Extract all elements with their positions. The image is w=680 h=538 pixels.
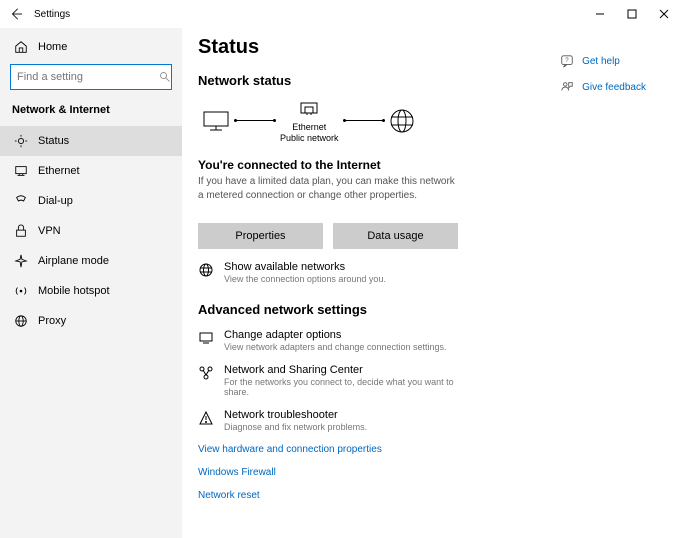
sharing-center-item[interactable]: Network and Sharing Center For the netwo…	[198, 364, 458, 397]
titlebar: Settings	[0, 0, 680, 28]
status-icon	[14, 134, 28, 148]
show-networks-item[interactable]: Show available networks View the connect…	[198, 261, 458, 284]
nav-label: VPN	[38, 225, 61, 237]
hardware-link[interactable]: View hardware and connection properties	[198, 444, 458, 455]
sharing-icon	[198, 365, 214, 381]
dialup-icon	[14, 194, 28, 208]
sidebar: Home Network & Internet Status Ethernet …	[0, 28, 182, 538]
troubleshooter-item[interactable]: Network troubleshooter Diagnose and fix …	[198, 409, 458, 432]
section-title: Network & Internet	[0, 100, 182, 126]
home-nav[interactable]: Home	[0, 34, 182, 64]
pc-node	[202, 110, 230, 132]
nav-label: Dial-up	[38, 195, 73, 207]
nav-label: Status	[38, 135, 69, 147]
home-icon	[14, 40, 28, 54]
adapter-icon	[198, 330, 214, 346]
nav-proxy[interactable]: Proxy	[0, 306, 182, 336]
data-usage-button[interactable]: Data usage	[333, 223, 458, 249]
close-button[interactable]	[648, 0, 680, 28]
page-title: Status	[198, 36, 458, 59]
hotspot-icon	[14, 284, 28, 298]
connection-sub: If you have a limited data plan, you can…	[198, 175, 458, 203]
globe-icon	[198, 262, 214, 278]
nav-dialup[interactable]: Dial-up	[0, 186, 182, 216]
nav-hotspot[interactable]: Mobile hotspot	[0, 276, 182, 306]
right-panel: ? Get help Give feedback	[560, 54, 646, 94]
minimize-button[interactable]	[584, 0, 616, 28]
nav-ethernet[interactable]: Ethernet	[0, 156, 182, 186]
section-network-status: Network status	[198, 73, 458, 88]
vpn-icon	[14, 224, 28, 238]
give-feedback-link[interactable]: Give feedback	[560, 80, 646, 94]
nav-status[interactable]: Status	[0, 126, 182, 156]
warning-icon	[198, 410, 214, 426]
feedback-icon	[560, 80, 574, 94]
ethernet-icon	[14, 164, 28, 178]
network-reset-link[interactable]: Network reset	[198, 490, 458, 501]
globe-node	[389, 108, 415, 134]
back-button[interactable]	[4, 0, 28, 28]
properties-button[interactable]: Properties	[198, 223, 323, 249]
content: Status Network status EthernetPublic net…	[182, 28, 680, 538]
search-icon	[159, 71, 171, 83]
nav-label: Ethernet	[38, 165, 80, 177]
section-advanced: Advanced network settings	[198, 302, 458, 317]
nav-label: Mobile hotspot	[38, 285, 110, 297]
proxy-icon	[14, 314, 28, 328]
airplane-icon	[14, 254, 28, 268]
get-help-link[interactable]: ? Get help	[560, 54, 646, 68]
window-title: Settings	[34, 9, 70, 20]
svg-text:?: ?	[565, 57, 569, 64]
nav-label: Proxy	[38, 315, 66, 327]
nav-airplane[interactable]: Airplane mode	[0, 246, 182, 276]
nav-vpn[interactable]: VPN	[0, 216, 182, 246]
help-icon: ?	[560, 54, 574, 68]
maximize-button[interactable]	[616, 0, 648, 28]
adapter-options-item[interactable]: Change adapter options View network adap…	[198, 329, 458, 352]
ethernet-node: EthernetPublic network	[280, 98, 339, 144]
network-diagram: EthernetPublic network	[198, 98, 458, 144]
connection-headline: You're connected to the Internet	[198, 158, 458, 172]
search-input[interactable]	[10, 64, 172, 90]
home-label: Home	[38, 41, 67, 53]
firewall-link[interactable]: Windows Firewall	[198, 467, 458, 478]
nav-label: Airplane mode	[38, 255, 109, 267]
